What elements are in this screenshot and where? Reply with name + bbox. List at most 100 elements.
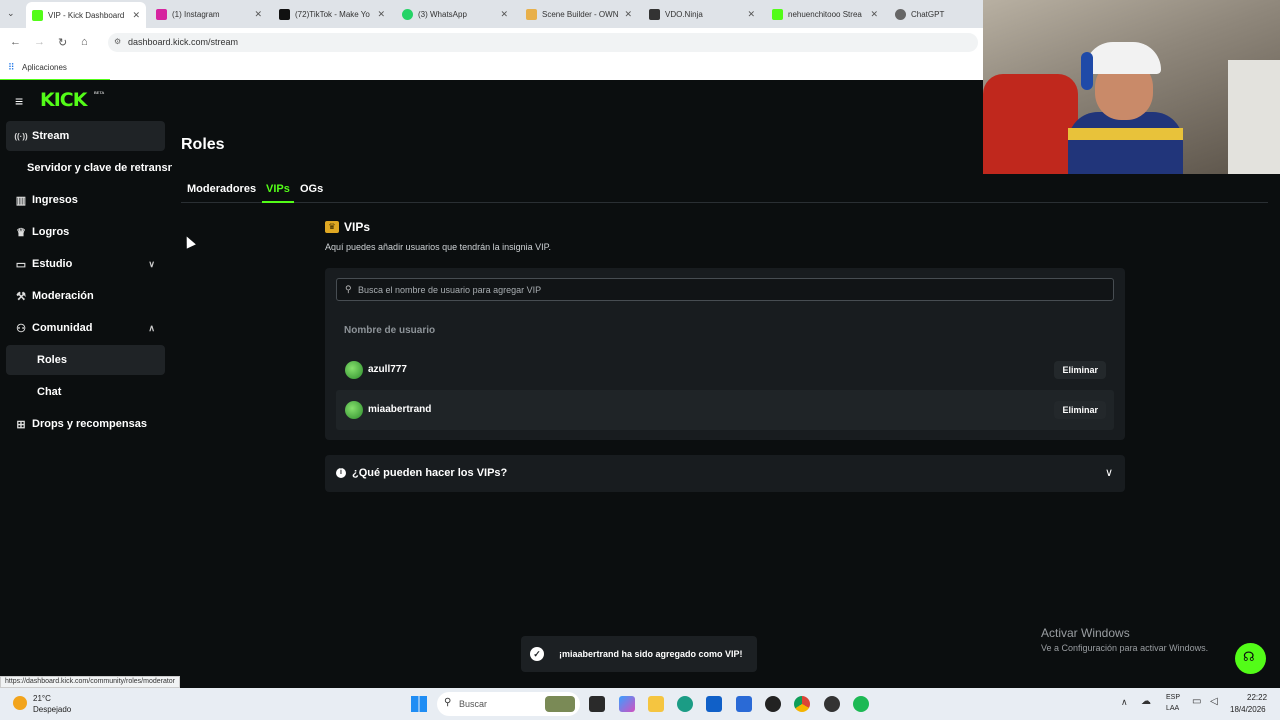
vip-faq-accordion[interactable]: i ¿Qué pueden hacer los VIPs? ∨ — [325, 455, 1125, 492]
close-icon[interactable]: ✕ — [254, 9, 262, 20]
chevron-up-icon[interactable]: ∧ — [148, 323, 155, 334]
tab-kick-stream[interactable]: nehuenchitooo Strea ✕ — [766, 3, 884, 25]
task-view-icon[interactable] — [589, 696, 605, 712]
forward-icon[interactable]: → — [34, 36, 45, 48]
instagram-favicon-icon — [156, 8, 167, 20]
windows-start-icon[interactable] — [411, 696, 427, 712]
clock-date[interactable]: 18/4/2026 — [1230, 705, 1266, 714]
tiktok-favicon-icon — [279, 8, 290, 20]
back-icon[interactable]: ← — [10, 36, 21, 48]
vip-list-card: ⚲ Busca el nombre de usuario para agrega… — [325, 268, 1125, 440]
gift-icon: ⊞ — [16, 418, 26, 431]
tab-whatsapp[interactable]: (3) WhatsApp ✕ — [396, 3, 514, 25]
sidebar: ≡ KICK BETA ((·)) Stream Servidor y clav… — [0, 80, 172, 688]
sidebar-item-ingresos[interactable]: ▥ Ingresos — [6, 185, 165, 215]
weather-desc[interactable]: Despejado — [33, 705, 71, 714]
keyboard-layout[interactable]: LAA — [1166, 705, 1179, 712]
tab-instagram[interactable]: (1) Instagram ✕ — [150, 3, 268, 25]
close-icon[interactable]: ✕ — [377, 9, 385, 20]
tab-vips[interactable]: VIPs — [266, 183, 290, 195]
weather-temp[interactable]: 21°C — [33, 694, 51, 703]
username: azull777 — [368, 364, 407, 375]
page-title: Roles — [181, 136, 225, 153]
tab-chatgpt[interactable]: ChatGPT — [889, 3, 981, 25]
kick-favicon-icon — [772, 8, 783, 20]
chevron-down-icon[interactable]: ∨ — [148, 259, 155, 270]
site-info-icon[interactable]: ⚙ — [114, 37, 121, 46]
taskbar-search-text: Buscar — [459, 699, 488, 709]
mouse-cursor-icon — [182, 234, 196, 249]
volume-icon[interactable]: ◁ — [1210, 696, 1218, 707]
tab-scene-builder[interactable]: Scene Builder - OWN ✕ — [520, 3, 638, 25]
remove-vip-button[interactable]: Eliminar — [1054, 361, 1106, 379]
close-icon[interactable]: ✕ — [500, 9, 508, 20]
tab-ogs[interactable]: OGs — [300, 183, 323, 195]
tab-kick-dashboard[interactable]: VIP - Kick Dashboard ✕ — [26, 2, 146, 28]
tab-vdo-ninja[interactable]: VDO.Ninja ✕ — [643, 3, 761, 25]
reload-icon[interactable]: ↻ — [58, 36, 67, 49]
copilot-icon[interactable] — [619, 696, 635, 712]
tab-label: (3) WhatsApp — [418, 9, 467, 19]
sidebar-item-moderacion[interactable]: ⚒ Moderación — [6, 281, 165, 311]
chair-shape — [983, 74, 1078, 174]
home-icon[interactable]: ⌂ — [81, 36, 88, 48]
person-cap — [1085, 42, 1161, 74]
tab-label: (1) Instagram — [172, 9, 220, 19]
close-icon[interactable]: ✕ — [870, 9, 878, 20]
search-input[interactable]: Busca el nombre de usuario para agregar … — [358, 285, 541, 295]
close-icon[interactable]: ✕ — [132, 10, 140, 21]
chrome-icon[interactable] — [794, 696, 810, 712]
sidebar-item-label: Moderación — [32, 290, 94, 302]
sidebar-item-servidor[interactable]: Servidor y clave de retransn — [27, 153, 172, 183]
toast-message: ¡miaabertrand ha sido agregado como VIP! — [559, 649, 743, 659]
tab-tiktok[interactable]: (72)TikTok - Make Yo ✕ — [273, 3, 391, 25]
headset-band — [1081, 52, 1093, 90]
sidebar-item-label: Stream — [32, 130, 70, 142]
steam-icon[interactable] — [824, 696, 840, 712]
sidebar-item-stream[interactable]: ((·)) Stream — [6, 121, 165, 151]
tab-menu-icon[interactable]: ⌄ — [7, 8, 15, 19]
search-box[interactable]: ⚲ Busca el nombre de usuario para agrega… — [336, 278, 1114, 301]
tray-cloud-icon[interactable]: ☁ — [1141, 696, 1151, 707]
sidebar-item-comunidad[interactable]: ⚇ Comunidad ∧ — [6, 313, 165, 343]
close-icon[interactable]: ✕ — [624, 9, 632, 20]
obs-icon[interactable] — [765, 696, 781, 712]
network-icon[interactable]: ▭ — [1192, 696, 1201, 707]
avatar — [345, 401, 363, 419]
tray-chevron-up-icon[interactable]: ∧ — [1121, 697, 1128, 708]
close-icon[interactable]: ✕ — [747, 9, 755, 20]
tab-moderadores[interactable]: Moderadores — [187, 183, 256, 195]
windows-activation-subtitle: Ve a Configuración para activar Windows. — [1041, 643, 1209, 653]
column-header-username: Nombre de usuario — [344, 325, 436, 336]
sidebar-item-roles[interactable]: Roles — [6, 345, 165, 375]
scene-builder-favicon-icon — [526, 8, 537, 20]
weather-icon[interactable] — [13, 696, 27, 710]
spotify-icon[interactable] — [853, 696, 869, 712]
remove-vip-button[interactable]: Eliminar — [1054, 401, 1106, 419]
sidebar-item-drops[interactable]: ⊞ Drops y recompensas — [6, 409, 165, 439]
edge-icon[interactable] — [677, 696, 693, 712]
store-icon[interactable] — [706, 696, 722, 712]
tab-label: Scene Builder - OWN — [542, 9, 619, 19]
url-field[interactable]: ⚙ dashboard.kick.com/stream — [108, 33, 978, 52]
chevron-down-icon[interactable]: ∨ — [1105, 466, 1113, 479]
hamburger-menu-icon[interactable]: ≡ — [15, 93, 23, 109]
bookmark-aplicaciones[interactable]: Aplicaciones — [22, 63, 67, 72]
app-icon[interactable] — [736, 696, 752, 712]
apps-grid-icon[interactable]: ⠿ — [8, 62, 15, 73]
sidebar-item-label: Estudio — [32, 258, 73, 270]
kick-logo[interactable]: KICK BETA — [40, 89, 104, 111]
clock-time[interactable]: 22:22 — [1247, 693, 1267, 702]
sidebar-item-logros[interactable]: ♛ Logros — [6, 217, 165, 247]
file-explorer-icon[interactable] — [648, 696, 664, 712]
tab-label: (72)TikTok - Make Yo — [295, 9, 370, 19]
sidebar-item-estudio[interactable]: ▭ Estudio ∨ — [6, 249, 165, 279]
window-frame — [1228, 60, 1280, 174]
support-chat-button[interactable]: ☊ — [1235, 643, 1266, 674]
language-code[interactable]: ESP — [1166, 694, 1180, 701]
avatar — [345, 361, 363, 379]
sidebar-item-chat[interactable]: Chat — [6, 377, 165, 407]
taskbar-search[interactable]: ⚲ Buscar — [437, 692, 580, 716]
windows-activation-title: Activar Windows — [1041, 626, 1130, 640]
chatgpt-favicon-icon — [895, 8, 906, 20]
